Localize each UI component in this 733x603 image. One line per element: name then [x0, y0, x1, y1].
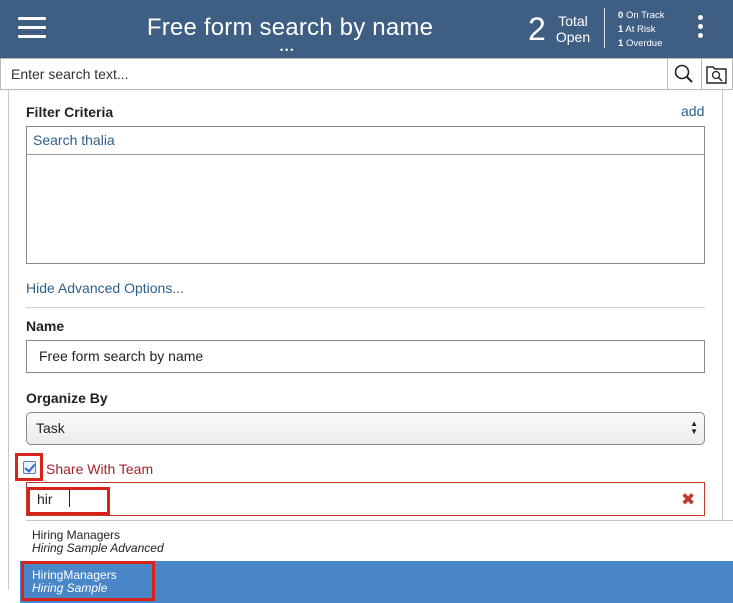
- team-search-input[interactable]: hir: [26, 482, 705, 516]
- stat-at-risk[interactable]: 1 At Risk: [618, 23, 664, 37]
- search-icon[interactable]: [671, 62, 697, 86]
- highlight-frame: [21, 561, 155, 601]
- organize-by-value: Task: [36, 420, 65, 436]
- more-options-icon[interactable]: [695, 15, 705, 43]
- share-with-team-label[interactable]: Share With Team: [46, 461, 153, 477]
- name-label: Name: [26, 318, 65, 334]
- organize-by-label: Organize By: [26, 390, 108, 406]
- stat-on-track[interactable]: 0 On Track: [618, 9, 664, 23]
- saved-search-icon[interactable]: [704, 62, 730, 86]
- filter-item[interactable]: Search thalia: [27, 127, 704, 155]
- name-field[interactable]: Free form search by name: [26, 340, 705, 373]
- search-input[interactable]: [1, 59, 667, 89]
- clear-icon[interactable]: ✖: [681, 490, 695, 510]
- hide-advanced-options-link[interactable]: Hide Advanced Options...: [26, 280, 184, 296]
- highlight-frame: [27, 487, 110, 515]
- header-divider: [604, 8, 605, 48]
- organize-by-select[interactable]: Task ▲ ▼: [26, 412, 705, 445]
- app-header: Free form search by name ••• 2 Total Ope…: [0, 0, 733, 60]
- total-open-label: Total Open: [555, 13, 591, 45]
- divider: [26, 307, 705, 308]
- highlight-frame: [15, 453, 43, 481]
- page-title: Free form search by name: [146, 14, 434, 41]
- share-with-team-checkbox[interactable]: [23, 461, 36, 474]
- filter-criteria-label: Filter Criteria: [26, 104, 114, 120]
- filter-criteria-list: Search thalia: [26, 126, 705, 264]
- add-filter-link[interactable]: add: [681, 103, 704, 119]
- title-more-dots[interactable]: •••: [280, 45, 295, 55]
- status-stats: 0 On Track 1 At Risk 1 Overdue: [618, 9, 664, 51]
- select-arrows-icon: ▲ ▼: [690, 419, 698, 436]
- search-bar: [0, 58, 733, 90]
- stat-overdue[interactable]: 1 Overdue: [618, 37, 664, 51]
- suggestion-item[interactable]: Hiring Managers Hiring Sample Advanced: [26, 521, 733, 561]
- total-open-count: 2: [528, 11, 546, 47]
